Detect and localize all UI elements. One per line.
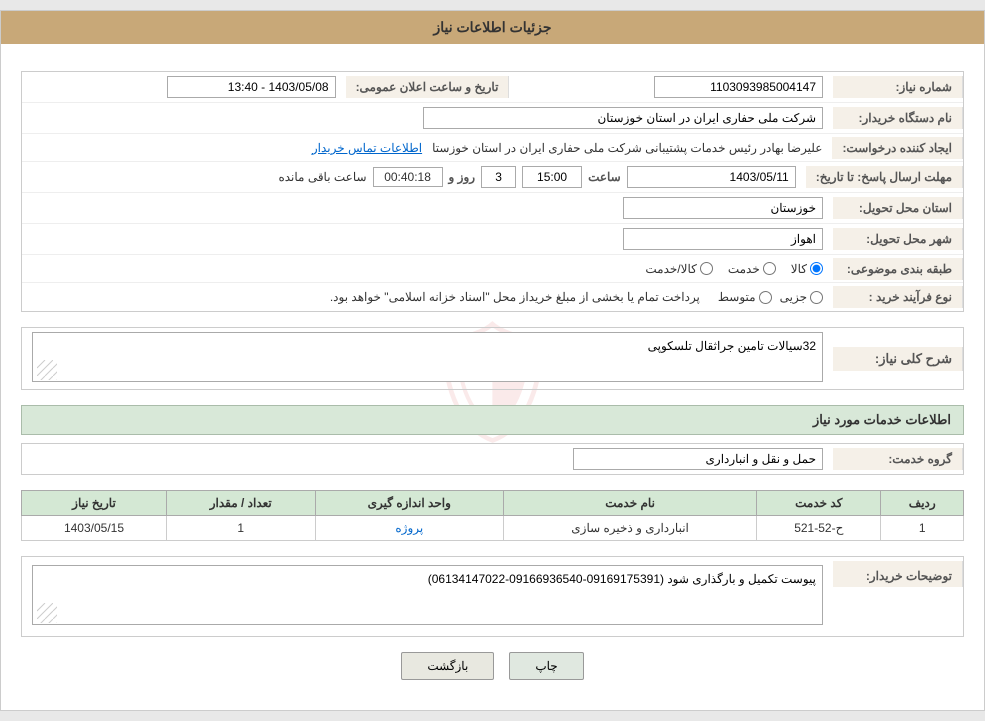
days-label: روز و [449,170,476,184]
need-desc-textarea[interactable]: 32سیالات تامین جراثقال تلسکوپی [32,332,823,382]
buyer-desc-value: پیوست تکمیل و بارگذاری شود (09169175391-… [22,561,833,632]
service-group-value [22,444,833,474]
creator-row: ایجاد کننده درخواست: علیرضا بهادر رئیس خ… [22,134,963,162]
print-button[interactable]: چاپ [509,652,583,680]
need-number-label: شماره نیاز: [833,76,963,98]
buyer-org-row: نام دستگاه خریدار: [22,103,963,134]
col-name: نام خدمت [504,491,757,516]
deadline-date-input[interactable] [627,166,796,188]
announce-date-value [22,72,346,102]
time-label: ساعت [588,170,621,184]
need-number-value [509,72,833,102]
row-number: 1 [881,516,964,541]
service-group-row: گروه خدمت: [22,444,963,474]
province-label: استان محل تحویل: [833,197,963,219]
services-info-title: اطلاعات خدمات مورد نیاز [21,405,964,435]
row-code: ح-52-521 [757,516,881,541]
row-unit: پروژه [315,516,503,541]
col-row: ردیف [881,491,964,516]
city-input[interactable] [623,228,823,250]
province-value [22,193,833,223]
creator-contact-link[interactable]: اطلاعات تماس خریدار [312,141,422,155]
need-number-input[interactable] [654,76,823,98]
need-number-row: شماره نیاز: تاریخ و ساعت اعلان عمومی: [22,72,963,103]
countdown-display: 00:40:18 [373,167,443,187]
announce-date-label: تاریخ و ساعت اعلان عمومی: [346,76,510,98]
deadline-row: مهلت ارسال پاسخ: تا تاریخ: ساعت روز و 00… [22,162,963,193]
remaining-label: ساعت باقی مانده [278,170,366,184]
province-input[interactable] [623,197,823,219]
buyer-desc-label: توضیحات خریدار: [833,561,963,587]
city-value [22,224,833,254]
announce-date-input[interactable] [167,76,336,98]
services-table: ردیف کد خدمت نام خدمت واحد اندازه گیری ت… [21,490,964,541]
purchase-note: پرداخت تمام یا بخشی از مبلغ خریداز محل "… [330,290,700,304]
category-value: کالا خدمت کالا/خدمت [22,258,833,280]
creator-text: علیرضا بهادر رئیس خدمات پشتیبانی شرکت مل… [432,141,822,155]
service-group-section: گروه خدمت: [21,443,964,475]
main-info-section: شماره نیاز: تاریخ و ساعت اعلان عمومی: نا… [21,71,964,312]
col-unit: واحد اندازه گیری [315,491,503,516]
button-group: چاپ بازگشت [21,652,964,680]
category-khedmat[interactable]: خدمت [728,262,776,276]
buyer-desc-section: توضیحات خریدار: پیوست تکمیل و بارگذاری ش… [21,556,964,637]
deadline-label: مهلت ارسال پاسخ: تا تاریخ: [806,166,963,188]
purchase-type-row: نوع فرآیند خرید : جزیی متوسط پرداخت تمام… [22,283,963,311]
buyer-desc-row: توضیحات خریدار: پیوست تکمیل و بارگذاری ش… [22,557,963,636]
deadline-time-input[interactable] [522,166,582,188]
purchase-jozi[interactable]: جزیی [780,290,823,304]
need-desc-value: 32سیالات تامین جراثقال تلسکوپی [22,328,833,389]
deadline-days-input[interactable] [481,166,516,188]
category-kala[interactable]: کالا [791,262,823,276]
service-group-label: گروه خدمت: [833,448,963,470]
purchase-type-value: جزیی متوسط پرداخت تمام یا بخشی از مبلغ خ… [22,286,833,308]
buyer-org-value [22,103,833,133]
col-code: کد خدمت [757,491,881,516]
service-group-input[interactable] [573,448,823,470]
province-row: استان محل تحویل: [22,193,963,224]
page-header: جزئیات اطلاعات نیاز [1,11,984,44]
back-button[interactable]: بازگشت [401,652,494,680]
table-row: 1 ح-52-521 انبارداری و ذخیره سازی پروژه … [22,516,964,541]
purchase-motevaset[interactable]: متوسط [718,290,772,304]
need-desc-label: شرح کلی نیاز: [833,347,963,371]
need-desc-section: شرح کلی نیاز: 32سیالات تامین جراثقال تلس… [21,327,964,390]
col-date: تاریخ نیاز [22,491,167,516]
need-desc-row: شرح کلی نیاز: 32سیالات تامین جراثقال تلس… [22,328,963,389]
buyer-org-input[interactable] [423,107,823,129]
row-qty: 1 [166,516,315,541]
city-row: شهر محل تحویل: [22,224,963,255]
category-row: طبقه بندی موضوعی: کالا خدمت کالا/خدمت [22,255,963,283]
deadline-value: ساعت روز و 00:40:18 ساعت باقی مانده [22,162,806,192]
buyer-desc-textarea[interactable]: پیوست تکمیل و بارگذاری شود (09169175391-… [32,565,823,625]
creator-label: ایجاد کننده درخواست: [832,137,963,159]
col-qty: تعداد / مقدار [166,491,315,516]
row-service-name: انبارداری و ذخیره سازی [504,516,757,541]
category-kala-khedmat[interactable]: کالا/خدمت [645,262,712,276]
row-date: 1403/05/15 [22,516,167,541]
creator-value: علیرضا بهادر رئیس خدمات پشتیبانی شرکت مل… [22,137,832,159]
page-title: جزئیات اطلاعات نیاز [433,19,551,35]
city-label: شهر محل تحویل: [833,228,963,250]
purchase-type-label: نوع فرآیند خرید : [833,286,963,308]
services-table-section: ردیف کد خدمت نام خدمت واحد اندازه گیری ت… [21,490,964,541]
buyer-org-label: نام دستگاه خریدار: [833,107,963,129]
category-label: طبقه بندی موضوعی: [833,258,963,280]
